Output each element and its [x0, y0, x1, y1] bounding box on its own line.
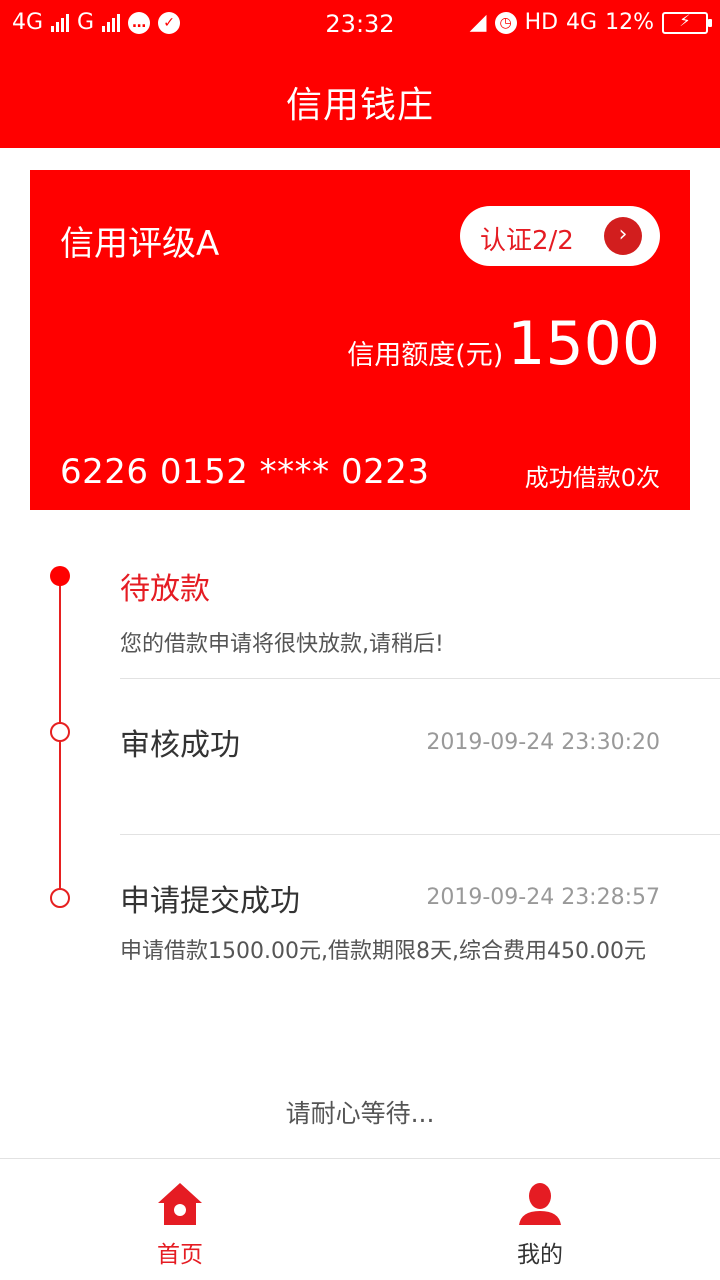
loan-count: 成功借款0次 — [524, 464, 660, 492]
battery-icon: ⚡ — [662, 11, 712, 34]
timeline-step-title: 申请提交成功 — [120, 884, 300, 919]
mute-icon: ◢ — [469, 10, 487, 35]
app-header: 信用钱庄 — [0, 52, 720, 148]
credit-limit-label: 信用额度(元) — [347, 340, 504, 371]
status-bar: 4G G … ✓ 23:32 ◢ ◷ HD 4G 12% ⚡ — [0, 0, 720, 52]
timeline-dot — [50, 722, 70, 742]
certification-label: 认证2/2 — [480, 226, 574, 256]
divider — [120, 834, 720, 835]
certification-button[interactable]: 认证2/2 › — [460, 206, 660, 266]
credit-rating: 信用评级A — [60, 224, 220, 264]
timeline-step-time: 2019-09-24 23:28:57 — [426, 885, 660, 910]
divider — [120, 678, 720, 679]
nav-home-label: 首页 — [157, 1242, 203, 1268]
timeline-dot — [50, 888, 70, 908]
wait-message: 请耐心等待... — [285, 1099, 435, 1128]
hd-label: HD — [524, 10, 559, 35]
timeline-step-time: 2019-09-24 23:30:20 — [426, 730, 660, 755]
nav-mine-label: 我的 — [517, 1242, 563, 1268]
timeline-step-title: 待放款 — [120, 572, 210, 607]
timeline-dot-active — [50, 566, 70, 586]
network-label-right: 4G — [566, 10, 598, 35]
alarm-icon: ◷ — [494, 11, 517, 34]
home-icon — [158, 1183, 202, 1225]
page-title: 信用钱庄 — [285, 85, 434, 126]
battery-percent: 12% — [605, 10, 654, 35]
timeline-step-desc: 申请借款1500.00元,借款期限8天,综合费用450.00元 — [120, 939, 646, 964]
card-number: 6226 0152 **** 0223 — [60, 452, 430, 492]
user-icon — [519, 1183, 561, 1225]
credit-limit: 信用额度(元) 1500 — [347, 312, 660, 376]
chevron-right-icon: › — [604, 217, 642, 255]
timeline-step-desc: 您的借款申请将很快放款,请稍后! — [120, 632, 444, 657]
nav-mine[interactable]: 我的 — [360, 1159, 720, 1280]
timeline-step-title: 审核成功 — [120, 728, 240, 763]
credit-card: 信用评级A 认证2/2 › 信用额度(元) 1500 6226 0152 ***… — [30, 170, 690, 510]
credit-limit-value: 1500 — [507, 309, 660, 379]
status-right: ◢ ◷ HD 4G 12% ⚡ — [469, 10, 712, 35]
nav-home[interactable]: 首页 — [0, 1159, 360, 1280]
bottom-nav: 首页 我的 — [0, 1158, 720, 1280]
